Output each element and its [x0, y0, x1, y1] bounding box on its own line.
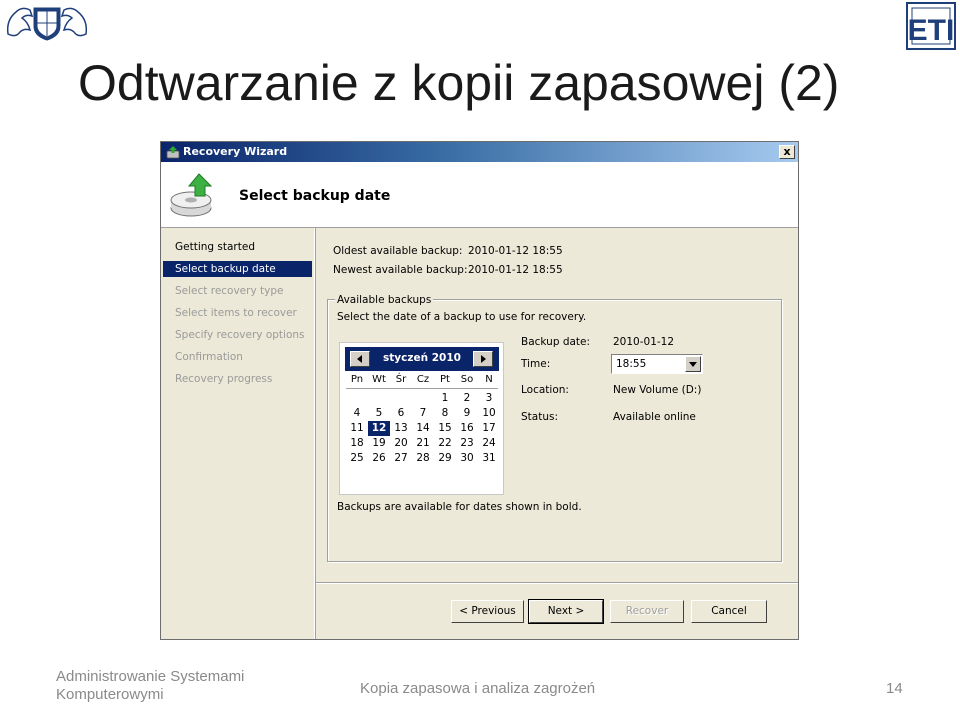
calendar-day[interactable]: 11 — [346, 421, 368, 436]
nav-step-recovery-options: Specify recovery options — [175, 329, 305, 341]
calendar-day[interactable]: 14 — [412, 421, 434, 436]
weekday-header: Pn — [350, 374, 364, 385]
close-button[interactable]: x — [779, 145, 795, 159]
calendar-day[interactable]: 15 — [434, 421, 456, 436]
page-number: 14 — [886, 680, 903, 697]
time-dropdown-value: 18:55 — [616, 358, 647, 370]
cancel-button[interactable]: Cancel — [691, 600, 767, 623]
wizard-header: Select backup date — [161, 162, 798, 228]
oldest-backup-label: Oldest available backup: — [333, 245, 463, 257]
newest-backup-value: 2010-01-12 18:55 — [468, 264, 563, 276]
chevron-right-icon — [481, 355, 486, 363]
newest-backup-label: Newest available backup: — [333, 264, 468, 276]
calendar-day[interactable]: 29 — [434, 451, 456, 466]
status-value: Available online — [613, 411, 696, 423]
calendar-day[interactable]: 23 — [456, 436, 478, 451]
eti-logo-text: ETI — [908, 14, 955, 47]
eti-logo: ETI — [906, 2, 956, 50]
footer-course-name: Administrowanie Systemami Komputerowymi — [56, 668, 245, 703]
calendar-day[interactable]: 6 — [390, 406, 412, 421]
time-label: Time: — [521, 358, 551, 370]
previous-button[interactable]: < Previous — [451, 600, 524, 623]
location-label: Location: — [521, 384, 569, 396]
weekday-header: Wt — [372, 374, 386, 385]
calendar-day[interactable]: 28 — [412, 451, 434, 466]
calendar-day[interactable]: 16 — [456, 421, 478, 436]
nav-step-recovery-progress: Recovery progress — [175, 373, 273, 385]
slide-title: Odtwarzanie z kopii zapasowej (2) — [78, 55, 840, 111]
calendar-day[interactable]: 26 — [368, 451, 390, 466]
status-label: Status: — [521, 411, 558, 423]
calendar-divider — [346, 388, 498, 389]
calendar-header: styczeń 2010 — [345, 347, 499, 371]
nav-step-getting-started[interactable]: Getting started — [163, 239, 312, 255]
calendar-day[interactable]: 27 — [390, 451, 412, 466]
calendar-day[interactable]: 13 — [390, 421, 412, 436]
calendar-day[interactable]: 30 — [456, 451, 478, 466]
calendar-day[interactable]: 4 — [346, 406, 368, 421]
calendar-day[interactable]: 3 — [478, 391, 500, 406]
chevron-down-icon — [689, 362, 697, 367]
available-backups-legend: Available backups — [335, 294, 434, 306]
calendar-day[interactable]: 25 — [346, 451, 368, 466]
next-button[interactable]: Next > — [528, 599, 604, 624]
backup-date-label: Backup date: — [521, 336, 591, 348]
next-month-button[interactable] — [473, 351, 493, 367]
weekday-header: So — [460, 374, 474, 385]
window-titlebar[interactable]: Recovery Wizard x — [161, 142, 798, 162]
backup-restore-icon — [170, 173, 213, 217]
header-title: Select backup date — [239, 188, 391, 204]
wizard-steps-nav: Getting started Select backup date Selec… — [161, 228, 315, 639]
calendar-day[interactable]: 21 — [412, 436, 434, 451]
oldest-backup-value: 2010-01-12 18:55 — [468, 245, 563, 257]
calendar-day[interactable]: 8 — [434, 406, 456, 421]
calendar-day-selected[interactable]: 12 — [368, 421, 390, 436]
calendar-day[interactable]: 1 — [434, 391, 456, 406]
calendar-day[interactable]: 19 — [368, 436, 390, 451]
calendar-day[interactable]: 9 — [456, 406, 478, 421]
backup-calendar[interactable]: styczeń 2010 Pn Wt Śr Cz Pt So N 1 2 3 4 5 6 7 8 9 10 11… — [339, 342, 504, 495]
backup-date-value: 2010-01-12 — [613, 336, 675, 348]
footer-topic: Kopia zapasowa i analiza zagrożeń — [360, 680, 596, 697]
weekday-header: Śr — [395, 374, 407, 385]
calendar-day[interactable]: 18 — [346, 436, 368, 451]
calendar-day[interactable]: 10 — [478, 406, 500, 421]
calendar-day[interactable]: 20 — [390, 436, 412, 451]
nav-step-confirmation: Confirmation — [175, 351, 243, 363]
calendar-day[interactable]: 24 — [478, 436, 500, 451]
recover-button: Recover — [610, 600, 684, 623]
university-crest-logo — [6, 7, 88, 41]
calendar-day[interactable]: 22 — [434, 436, 456, 451]
nav-step-select-backup-date[interactable]: Select backup date — [163, 261, 312, 277]
weekday-header: N — [485, 374, 493, 385]
weekday-header: Cz — [416, 374, 430, 385]
time-dropdown[interactable]: 18:55 — [611, 354, 703, 374]
bold-dates-footnote: Backups are available for dates shown in… — [337, 501, 582, 513]
nav-step-select-items: Select items to recover — [175, 307, 297, 319]
calendar-day[interactable]: 17 — [478, 421, 500, 436]
recovery-wizard-window: Recovery Wizard x Select backup date Get… — [160, 141, 799, 640]
weekday-header: Pt — [440, 374, 450, 385]
calendar-day[interactable]: 5 — [368, 406, 390, 421]
calendar-day[interactable]: 2 — [456, 391, 478, 406]
nav-step-select-recovery-type: Select recovery type — [175, 285, 284, 297]
select-date-instruction: Select the date of a backup to use for r… — [337, 311, 587, 323]
time-dropdown-button[interactable] — [685, 356, 701, 372]
recovery-app-icon — [166, 146, 180, 159]
calendar-day[interactable]: 31 — [478, 451, 500, 466]
location-value: New Volume (D:) — [613, 384, 702, 396]
calendar-day[interactable]: 7 — [412, 406, 434, 421]
window-title: Recovery Wizard — [183, 145, 288, 158]
